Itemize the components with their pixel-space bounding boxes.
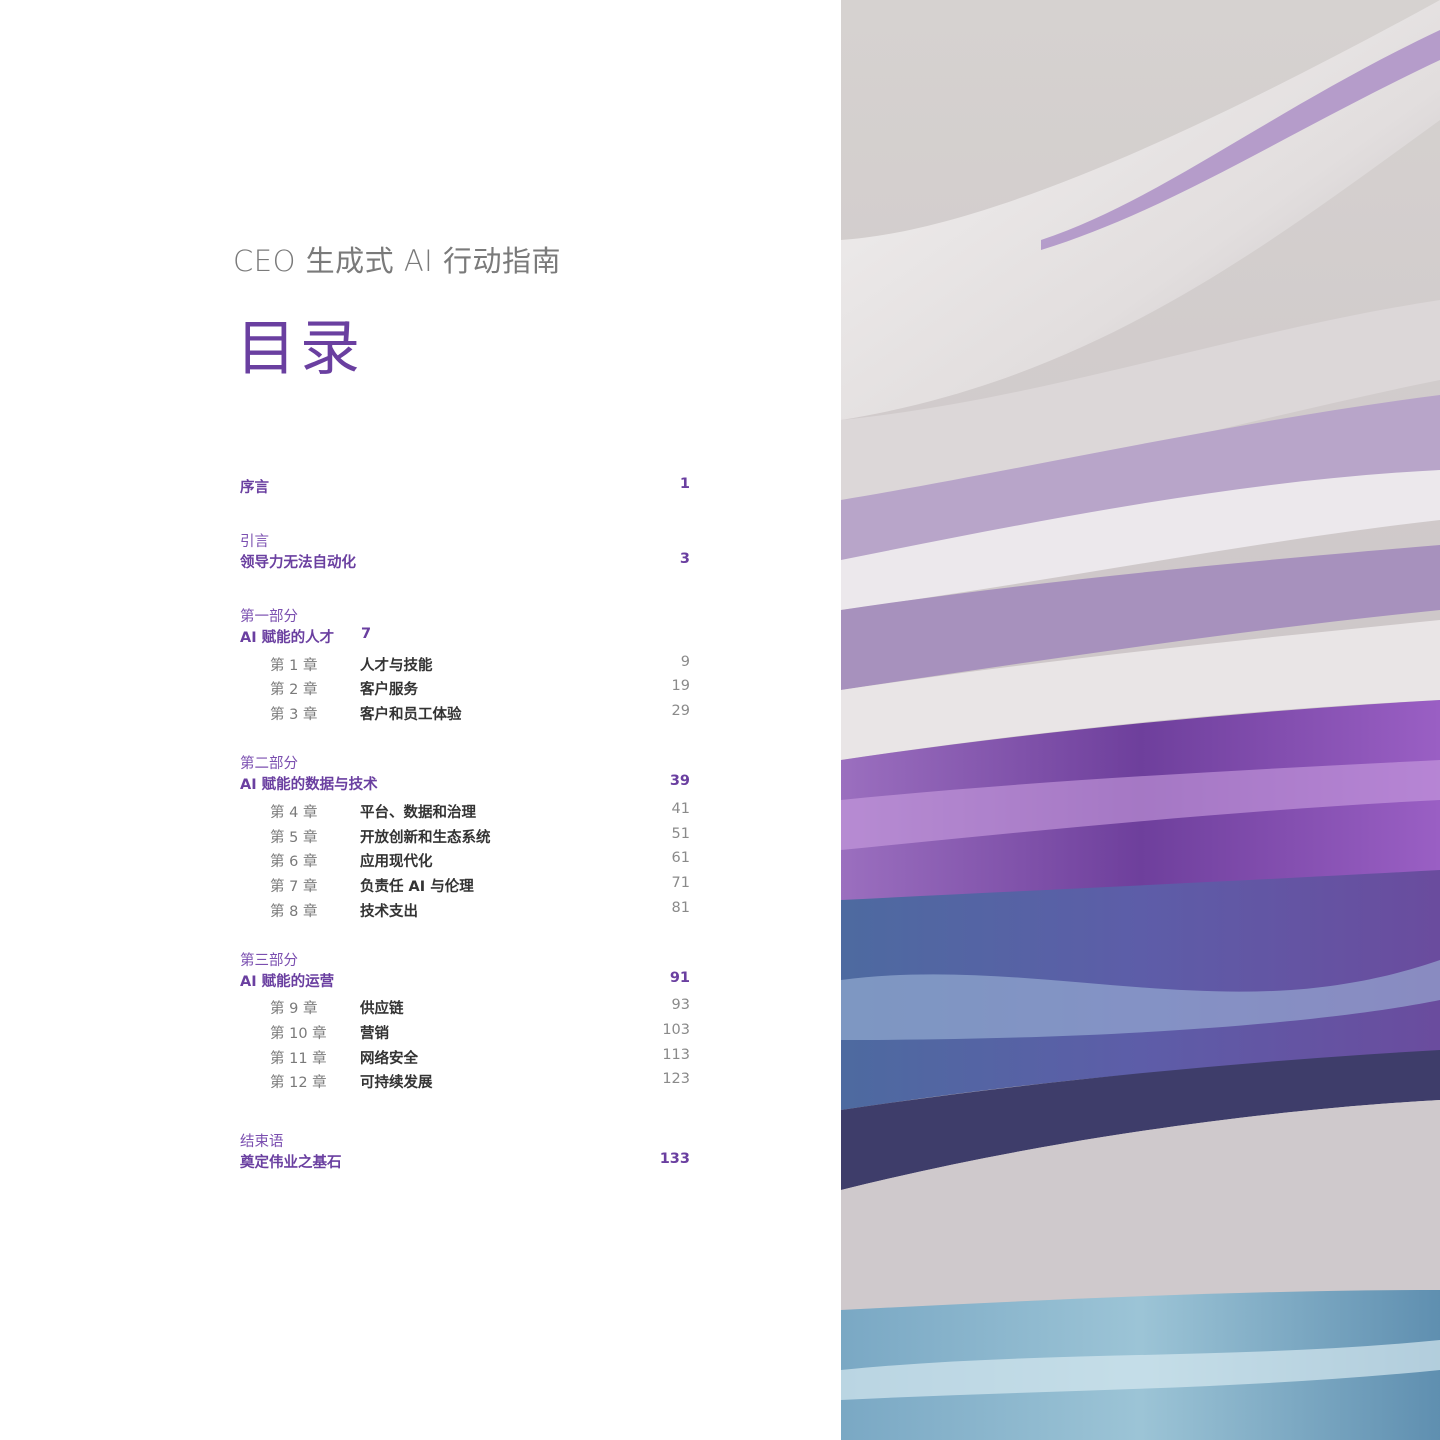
decorative-abstract-image bbox=[841, 0, 1440, 1440]
toc-chapter-6[interactable]: 第 6 章 应用现代化 61 bbox=[240, 850, 690, 872]
chapter-name: 可持续发展 bbox=[360, 1075, 433, 1091]
page-title: 目录 bbox=[236, 314, 364, 384]
toc-page-number: 103 bbox=[662, 1022, 690, 1038]
chapter-name: 客户和员工体验 bbox=[360, 707, 462, 723]
toc-page-number: 113 bbox=[662, 1047, 690, 1063]
chapter-number: 第 10 章 bbox=[270, 1026, 327, 1042]
toc-kicker-intro: 引言 bbox=[240, 534, 269, 550]
toc-entry-title: 领导力无法自动化 bbox=[240, 555, 356, 571]
toc-page-number: 3 bbox=[679, 551, 690, 567]
chapter-number: 第 3 章 bbox=[270, 707, 318, 723]
toc-entry-conclusion[interactable]: 奠定伟业之基石 133 bbox=[240, 1151, 690, 1173]
toc-chapter-1[interactable]: 第 1 章 人才与技能 9 bbox=[240, 654, 690, 676]
chapter-number: 第 12 章 bbox=[270, 1075, 327, 1091]
toc-entry-title: AI 赋能的运营 bbox=[240, 974, 335, 990]
toc-chapter-5[interactable]: 第 5 章 开放创新和生态系统 51 bbox=[240, 826, 690, 848]
toc-chapter-11[interactable]: 第 11 章 网络安全 113 bbox=[240, 1047, 690, 1069]
toc-kicker-part1: 第一部分 bbox=[240, 609, 298, 625]
toc-page-number: 81 bbox=[671, 900, 690, 916]
toc-kicker-part3: 第三部分 bbox=[240, 953, 298, 969]
toc-page-number: 39 bbox=[669, 773, 690, 789]
toc-entry-intro[interactable]: 领导力无法自动化 3 bbox=[240, 551, 690, 573]
chapter-number: 第 2 章 bbox=[270, 682, 318, 698]
chapter-name: 技术支出 bbox=[360, 904, 418, 920]
toc-page-number: 19 bbox=[671, 678, 690, 694]
chapter-name: 供应链 bbox=[360, 1001, 404, 1017]
chapter-name: 负责任 AI 与伦理 bbox=[360, 879, 474, 895]
chapter-name: 应用现代化 bbox=[360, 854, 433, 870]
toc-chapter-3[interactable]: 第 3 章 客户和员工体验 29 bbox=[240, 703, 690, 725]
chapter-number: 第 1 章 bbox=[270, 658, 318, 674]
toc-entry-title: AI 赋能的人才 bbox=[240, 630, 335, 646]
chapter-number: 第 8 章 bbox=[270, 904, 318, 920]
toc-page: CEO 生成式 AI 行动指南 目录 序言 1 引言 领导力无法自动化 3 第一… bbox=[0, 0, 841, 1440]
toc-kicker-conclusion: 结束语 bbox=[240, 1134, 284, 1150]
toc-page-number: 1 bbox=[679, 476, 690, 492]
toc-page-number: 123 bbox=[662, 1071, 690, 1087]
toc-entry-part3[interactable]: AI 赋能的运营 91 bbox=[240, 970, 690, 992]
toc-entry-title: 序言 bbox=[240, 480, 269, 496]
chapter-number: 第 9 章 bbox=[270, 1001, 318, 1017]
chapter-name: 营销 bbox=[360, 1026, 389, 1042]
toc-page-number: 29 bbox=[671, 703, 690, 719]
chapter-number: 第 7 章 bbox=[270, 879, 318, 895]
chapter-name: 客户服务 bbox=[360, 682, 418, 698]
toc-entry-title: AI 赋能的数据与技术 bbox=[240, 777, 378, 793]
toc-entry-part2[interactable]: AI 赋能的数据与技术 39 bbox=[240, 773, 690, 795]
chapter-name: 开放创新和生态系统 bbox=[360, 830, 491, 846]
chapter-name: 平台、数据和治理 bbox=[360, 805, 476, 821]
toc-entry-preface[interactable]: 序言 1 bbox=[240, 476, 690, 498]
toc-page-number: 41 bbox=[671, 801, 690, 817]
chapter-name: 网络安全 bbox=[360, 1051, 418, 1067]
chapter-name: 人才与技能 bbox=[360, 658, 433, 674]
toc-chapter-12[interactable]: 第 12 章 可持续发展 123 bbox=[240, 1071, 690, 1093]
toc-page-number: 9 bbox=[680, 654, 690, 670]
toc-page-number: 7 bbox=[361, 626, 372, 642]
toc-kicker-part2: 第二部分 bbox=[240, 756, 298, 772]
toc-chapter-7[interactable]: 第 7 章 负责任 AI 与伦理 71 bbox=[240, 875, 690, 897]
toc-page-number: 61 bbox=[671, 850, 690, 866]
chapter-number: 第 11 章 bbox=[270, 1051, 327, 1067]
toc-chapter-8[interactable]: 第 8 章 技术支出 81 bbox=[240, 900, 690, 922]
toc-page-number: 71 bbox=[671, 875, 690, 891]
toc-page-number: 91 bbox=[669, 970, 690, 986]
toc-entry-title: 奠定伟业之基石 bbox=[240, 1155, 342, 1171]
chapter-number: 第 5 章 bbox=[270, 830, 318, 846]
chapter-number: 第 6 章 bbox=[270, 854, 318, 870]
document-subtitle: CEO 生成式 AI 行动指南 bbox=[233, 244, 561, 278]
toc-chapter-4[interactable]: 第 4 章 平台、数据和治理 41 bbox=[240, 801, 690, 823]
toc-page-number: 133 bbox=[659, 1151, 690, 1167]
chapter-number: 第 4 章 bbox=[270, 805, 318, 821]
toc-entry-part1[interactable]: AI 赋能的人才 7 bbox=[240, 626, 690, 648]
toc-chapter-10[interactable]: 第 10 章 营销 103 bbox=[240, 1022, 690, 1044]
abstract-wave-graphic bbox=[841, 0, 1440, 1440]
toc-chapter-9[interactable]: 第 9 章 供应链 93 bbox=[240, 997, 690, 1019]
toc-page-number: 51 bbox=[671, 826, 690, 842]
toc-chapter-2[interactable]: 第 2 章 客户服务 19 bbox=[240, 678, 690, 700]
toc-page-number: 93 bbox=[671, 997, 690, 1013]
